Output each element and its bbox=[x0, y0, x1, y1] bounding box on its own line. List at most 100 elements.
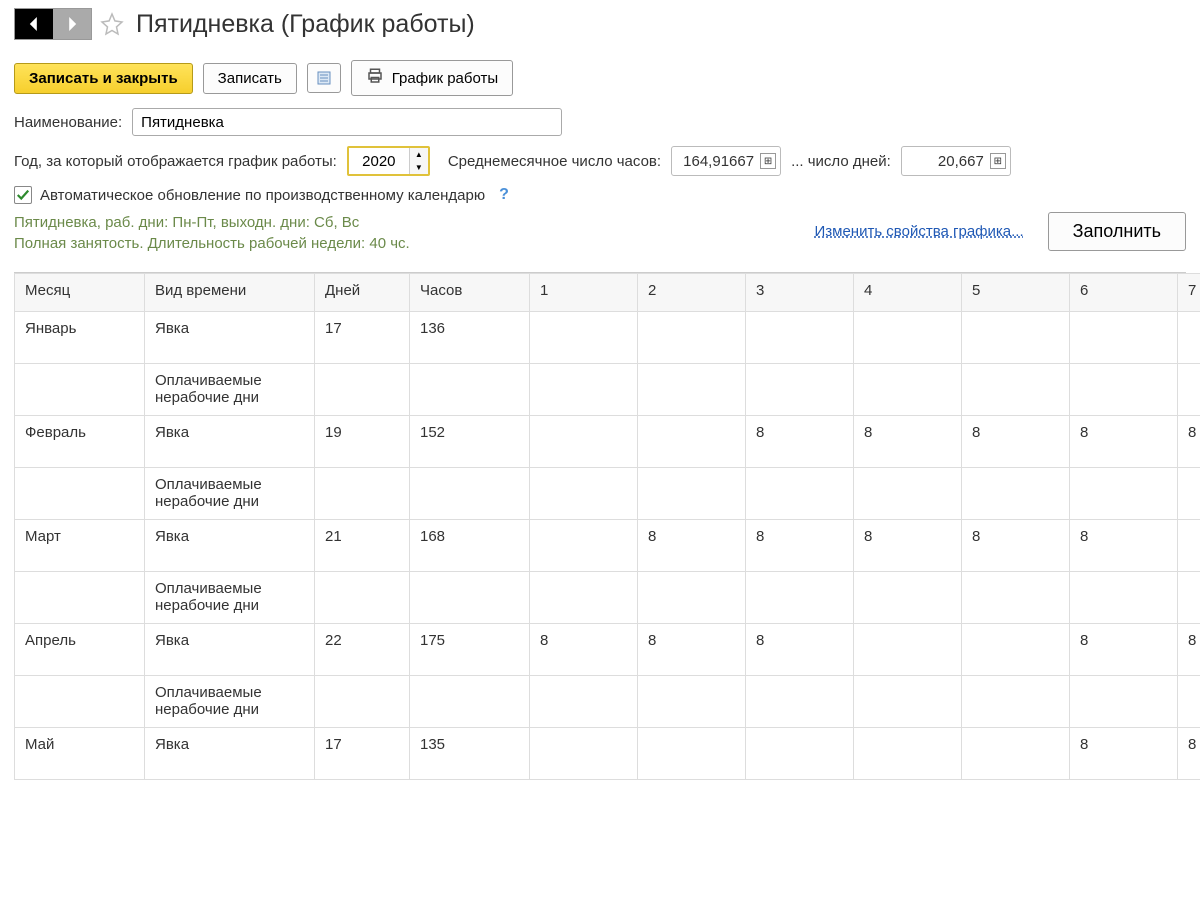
cell-day[interactable] bbox=[1070, 572, 1178, 624]
save-button[interactable]: Записать bbox=[203, 63, 297, 94]
cell-day[interactable] bbox=[962, 468, 1070, 520]
cell-day[interactable] bbox=[1178, 312, 1200, 364]
year-up-button[interactable]: ▲ bbox=[410, 148, 428, 161]
cell-type[interactable]: Явка bbox=[145, 728, 315, 780]
cell-day[interactable] bbox=[746, 728, 854, 780]
cell-day[interactable] bbox=[746, 312, 854, 364]
cell-month[interactable]: Май bbox=[15, 728, 145, 780]
cell-month[interactable] bbox=[15, 676, 145, 728]
cell-hours[interactable]: 136 bbox=[410, 312, 530, 364]
col-days[interactable]: Дней bbox=[315, 274, 410, 312]
cell-days[interactable] bbox=[315, 364, 410, 416]
table-row[interactable]: ЯнварьЯвка17136 bbox=[15, 312, 1200, 364]
print-schedule-button[interactable]: График работы bbox=[351, 60, 513, 96]
cell-hours[interactable]: 175 bbox=[410, 624, 530, 676]
cell-day[interactable] bbox=[530, 312, 638, 364]
cell-days[interactable]: 19 bbox=[315, 416, 410, 468]
cell-days[interactable] bbox=[315, 676, 410, 728]
col-d7[interactable]: 7 bbox=[1178, 274, 1200, 312]
cell-day[interactable] bbox=[854, 468, 962, 520]
cell-day[interactable] bbox=[638, 728, 746, 780]
cell-day[interactable] bbox=[638, 468, 746, 520]
cell-day[interactable] bbox=[1070, 312, 1178, 364]
cell-day[interactable] bbox=[746, 676, 854, 728]
cell-day[interactable] bbox=[962, 364, 1070, 416]
cell-hours[interactable] bbox=[410, 676, 530, 728]
cell-day[interactable] bbox=[638, 312, 746, 364]
table-row[interactable]: Оплачиваемые нерабочие дни bbox=[15, 572, 1200, 624]
cell-days[interactable]: 17 bbox=[315, 312, 410, 364]
avg-hours-box[interactable]: 164,91667 ⊞ bbox=[671, 146, 781, 176]
name-input[interactable] bbox=[132, 108, 562, 136]
cell-day[interactable] bbox=[638, 364, 746, 416]
cell-day[interactable] bbox=[530, 520, 638, 572]
cell-month[interactable]: Март bbox=[15, 520, 145, 572]
cell-day[interactable] bbox=[530, 416, 638, 468]
cell-day[interactable] bbox=[530, 728, 638, 780]
cell-day[interactable] bbox=[854, 364, 962, 416]
change-properties-link[interactable]: Изменить свойства графика... bbox=[814, 223, 1023, 240]
col-d1[interactable]: 1 bbox=[530, 274, 638, 312]
cell-days[interactable] bbox=[315, 572, 410, 624]
cell-day[interactable] bbox=[638, 572, 746, 624]
cell-day[interactable] bbox=[1178, 520, 1200, 572]
cell-days[interactable]: 22 bbox=[315, 624, 410, 676]
table-row[interactable]: ФевральЯвка1915288888 bbox=[15, 416, 1200, 468]
col-month[interactable]: Месяц bbox=[15, 274, 145, 312]
cell-day[interactable] bbox=[1070, 364, 1178, 416]
nav-back-button[interactable] bbox=[15, 9, 53, 39]
cell-hours[interactable]: 168 bbox=[410, 520, 530, 572]
cell-day[interactable]: 8 bbox=[1070, 624, 1178, 676]
list-button[interactable] bbox=[307, 63, 341, 93]
cell-type[interactable]: Явка bbox=[145, 520, 315, 572]
cell-type[interactable]: Оплачиваемые нерабочие дни bbox=[145, 364, 315, 416]
cell-day[interactable] bbox=[530, 468, 638, 520]
year-down-button[interactable]: ▼ bbox=[410, 161, 428, 174]
cell-day[interactable]: 8 bbox=[1070, 728, 1178, 780]
cell-day[interactable] bbox=[638, 416, 746, 468]
cell-day[interactable] bbox=[1178, 468, 1200, 520]
cell-day[interactable] bbox=[962, 572, 1070, 624]
cell-month[interactable] bbox=[15, 468, 145, 520]
cell-day[interactable]: 8 bbox=[854, 520, 962, 572]
cell-day[interactable] bbox=[530, 364, 638, 416]
cell-type[interactable]: Оплачиваемые нерабочие дни bbox=[145, 676, 315, 728]
cell-day[interactable] bbox=[962, 676, 1070, 728]
cell-month[interactable]: Апрель bbox=[15, 624, 145, 676]
cell-day[interactable]: 8 bbox=[1070, 416, 1178, 468]
cell-day[interactable] bbox=[1178, 364, 1200, 416]
col-hours[interactable]: Часов bbox=[410, 274, 530, 312]
cell-day[interactable]: 8 bbox=[1070, 520, 1178, 572]
help-icon[interactable]: ? bbox=[499, 186, 509, 204]
cell-day[interactable] bbox=[962, 624, 1070, 676]
cell-hours[interactable] bbox=[410, 468, 530, 520]
cell-month[interactable]: Февраль bbox=[15, 416, 145, 468]
cell-day[interactable]: 8 bbox=[1178, 624, 1200, 676]
cell-day[interactable]: 8 bbox=[638, 624, 746, 676]
cell-hours[interactable]: 152 bbox=[410, 416, 530, 468]
cell-day[interactable]: 8 bbox=[1178, 728, 1200, 780]
cell-hours[interactable] bbox=[410, 364, 530, 416]
year-input[interactable] bbox=[349, 149, 409, 174]
cell-day[interactable]: 8 bbox=[962, 416, 1070, 468]
avg-days-box[interactable]: 20,667 ⊞ bbox=[901, 146, 1011, 176]
fill-button[interactable]: Заполнить bbox=[1048, 212, 1186, 251]
cell-day[interactable]: 8 bbox=[638, 520, 746, 572]
cell-type[interactable]: Явка bbox=[145, 312, 315, 364]
cell-type[interactable]: Оплачиваемые нерабочие дни bbox=[145, 572, 315, 624]
cell-days[interactable]: 21 bbox=[315, 520, 410, 572]
table-row[interactable]: МайЯвка1713588 bbox=[15, 728, 1200, 780]
cell-day[interactable] bbox=[854, 572, 962, 624]
cell-day[interactable]: 8 bbox=[962, 520, 1070, 572]
cell-day[interactable]: 8 bbox=[1178, 416, 1200, 468]
col-d4[interactable]: 4 bbox=[854, 274, 962, 312]
cell-hours[interactable]: 135 bbox=[410, 728, 530, 780]
cell-day[interactable] bbox=[746, 468, 854, 520]
table-row[interactable]: Оплачиваемые нерабочие дни bbox=[15, 468, 1200, 520]
col-d3[interactable]: 3 bbox=[746, 274, 854, 312]
cell-day[interactable] bbox=[854, 312, 962, 364]
cell-month[interactable] bbox=[15, 364, 145, 416]
cell-day[interactable]: 8 bbox=[530, 624, 638, 676]
cell-day[interactable]: 8 bbox=[746, 624, 854, 676]
cell-day[interactable] bbox=[638, 676, 746, 728]
